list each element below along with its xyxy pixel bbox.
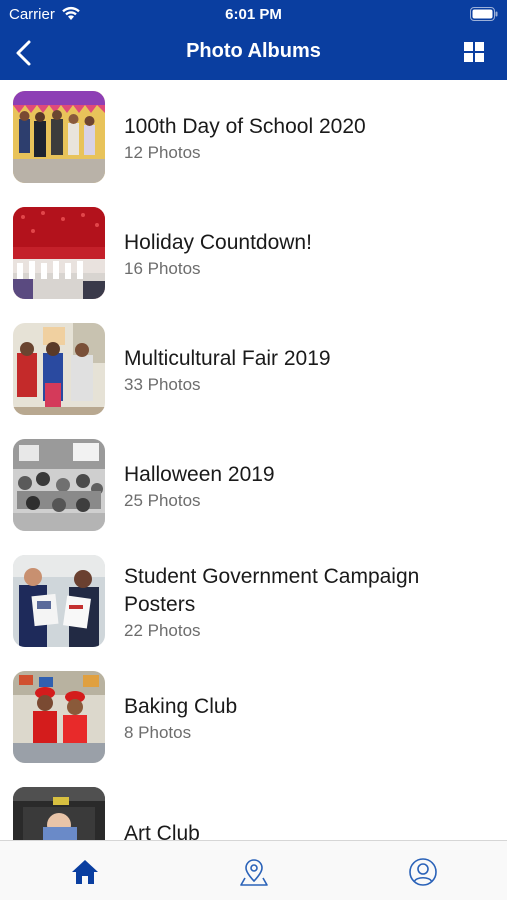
album-row[interactable]: Halloween 2019 25 Photos	[0, 428, 507, 544]
album-thumbnail	[13, 439, 105, 531]
album-photo-count: 33 Photos	[124, 374, 201, 394]
tab-home[interactable]	[0, 841, 169, 900]
album-title: Baking Club	[124, 694, 238, 718]
album-row[interactable]: 100th Day of School 2020 12 Photos	[0, 80, 507, 196]
album-photo-count: 12 Photos	[124, 142, 201, 162]
album-title: Art Club	[124, 821, 200, 841]
album-row[interactable]: Art Club	[0, 776, 507, 840]
album-title: Multicultural Fair 2019	[124, 346, 331, 370]
album-thumbnail	[13, 555, 105, 647]
album-row[interactable]: Holiday Countdown! 16 Photos	[0, 196, 507, 312]
album-thumbnail	[13, 323, 105, 415]
tab-bar	[0, 840, 507, 900]
album-text: Halloween 2019 25 Photos	[124, 428, 495, 544]
album-thumbnail	[13, 91, 105, 183]
album-text: Art Club	[124, 776, 495, 841]
album-photo-count: 22 Photos	[124, 620, 201, 640]
album-thumbnail	[13, 671, 105, 763]
album-title: 100th Day of School 2020	[124, 114, 366, 138]
page-title: Photo Albums	[186, 40, 321, 62]
photo-albums-screen: Carrier 6:01 PM Photo Albums 100th Day o…	[0, 0, 507, 900]
album-text: Multicultural Fair 2019 33 Photos	[124, 312, 495, 428]
album-photo-count: 16 Photos	[124, 258, 201, 278]
album-text: Student Government Campaign Posters 22 P…	[124, 544, 495, 660]
album-photo-count: 8 Photos	[124, 722, 192, 742]
album-row[interactable]: Multicultural Fair 2019 33 Photos	[0, 312, 507, 428]
home-icon	[72, 860, 98, 884]
map-pin-icon	[240, 859, 268, 886]
album-title: Halloween 2019	[124, 462, 275, 486]
tab-map[interactable]	[169, 841, 338, 900]
album-text: 100th Day of School 2020 12 Photos	[124, 80, 495, 196]
album-text: Holiday Countdown! 16 Photos	[124, 196, 495, 312]
status-bar: Carrier 6:01 PM	[0, 0, 507, 28]
status-time: 6:01 PM	[225, 6, 282, 23]
album-row[interactable]: Baking Club 8 Photos	[0, 660, 507, 776]
album-thumbnail	[13, 207, 105, 299]
album-title: Student Government Campaign Posters	[124, 564, 420, 616]
grid-view-button[interactable]	[463, 41, 485, 63]
battery-icon	[470, 7, 498, 21]
album-row[interactable]: Student Government Campaign Posters 22 P…	[0, 544, 507, 660]
profile-icon	[409, 858, 437, 886]
tab-profile[interactable]	[338, 841, 507, 900]
album-thumbnail	[13, 787, 105, 840]
album-text: Baking Club 8 Photos	[124, 660, 495, 776]
header: Carrier 6:01 PM Photo Albums	[0, 0, 507, 80]
album-photo-count: 25 Photos	[124, 490, 201, 510]
album-list: 100th Day of School 2020 12 Photos Holid…	[0, 80, 507, 840]
nav-bar: Photo Albums	[0, 28, 507, 80]
album-title: Holiday Countdown!	[124, 230, 312, 254]
